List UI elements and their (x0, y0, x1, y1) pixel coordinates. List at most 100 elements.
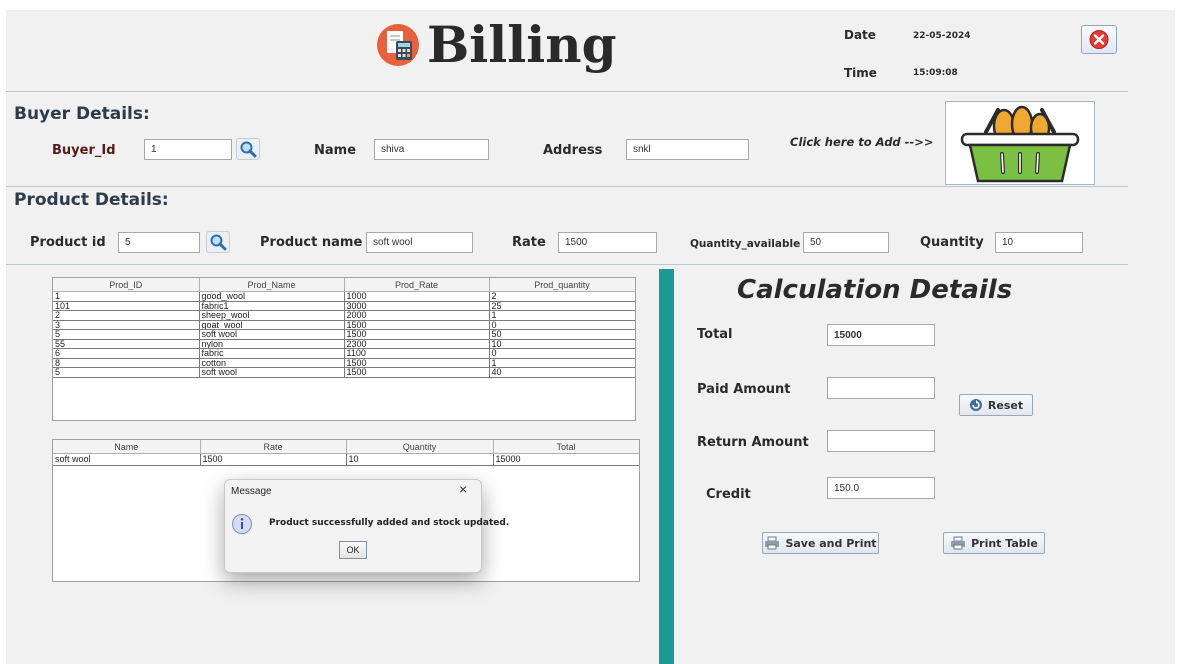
table-cell: soft wool (53, 453, 201, 466)
qty-available-label: Quantity_available (690, 238, 801, 250)
table-cell: good_wool (199, 291, 345, 302)
table-row[interactable]: 5 soft wool 1500 50 (53, 329, 635, 340)
table-cell: 2300 (344, 339, 490, 349)
table-cell: 40 (489, 367, 635, 378)
table-cell: 8 (53, 358, 200, 368)
search-icon (240, 141, 257, 158)
dialog-message: Product successfully added and stock upd… (269, 518, 510, 528)
rate-label: Rate (512, 235, 546, 250)
print-table-button[interactable]: Print Table (943, 532, 1045, 554)
column-header[interactable]: Prod_Rate (344, 278, 490, 292)
search-icon (210, 234, 227, 251)
table-cell: soft wool (199, 329, 345, 340)
paid-amount-field[interactable] (827, 377, 935, 399)
table-cell: 1500 (344, 367, 490, 378)
reset-button-label: Reset (987, 398, 1024, 412)
close-icon (1089, 30, 1109, 49)
date-value: 22-05-2024 (913, 31, 971, 41)
table-cell: 5 (53, 367, 200, 378)
bill-table-header: Name Rate Quantity Total (53, 440, 639, 454)
table-row[interactable]: 8 cotton 1500 1 (53, 358, 635, 368)
buyer-divider (6, 186, 1128, 187)
column-header[interactable]: Rate (200, 440, 347, 454)
printer-icon (951, 536, 966, 550)
table-row[interactable]: 1 good_wool 1000 2 (53, 291, 635, 302)
buyer-id-field[interactable]: 1 (144, 139, 232, 160)
table-cell: 1100 (344, 348, 490, 359)
product-name-field[interactable]: soft wool (366, 232, 473, 253)
product-table[interactable]: Prod_ID Prod_Name Prod_Rate Prod_quantit… (52, 277, 636, 421)
table-cell: 5 (53, 329, 200, 340)
column-header[interactable]: Total (493, 440, 639, 454)
quantity-field[interactable]: 10 (995, 232, 1083, 253)
column-header[interactable]: Prod_quantity (489, 278, 635, 292)
table-cell: 25 (489, 301, 635, 311)
column-header[interactable]: Name (53, 440, 201, 454)
table-cell: 101 (53, 301, 200, 311)
table-row[interactable]: 101 fabric1 3000 25 (53, 301, 635, 311)
basket-add-button[interactable] (945, 101, 1095, 185)
table-cell: 1500 (344, 358, 490, 368)
column-header[interactable]: Quantity (346, 440, 494, 454)
return-amount-field[interactable] (827, 430, 935, 452)
dialog-title: Message (231, 486, 272, 497)
table-cell: fabric1 (199, 301, 345, 311)
print-table-label: Print Table (971, 536, 1038, 550)
table-cell: goat_wool (199, 320, 345, 330)
table-cell: 1 (489, 358, 635, 368)
close-button[interactable] (1081, 25, 1117, 54)
save-and-print-button[interactable]: Save and Print (762, 532, 879, 554)
table-cell: soft wool (199, 367, 345, 378)
table-row[interactable]: 55 nylon 2300 10 (53, 339, 635, 349)
table-cell: 2000 (344, 310, 490, 321)
buyer-search-button[interactable] (236, 138, 260, 160)
table-cell: 55 (53, 339, 200, 349)
table-cell: 3 (53, 320, 200, 330)
table-cell: 10 (489, 339, 635, 349)
buyer-id-label: Buyer_Id (52, 143, 116, 158)
product-id-field[interactable]: 5 (118, 232, 200, 253)
table-cell: 1 (53, 291, 200, 302)
dialog-close-button[interactable]: × (459, 481, 467, 497)
printer-icon (765, 536, 780, 550)
column-header[interactable]: Prod_ID (53, 278, 200, 292)
rate-field[interactable]: 1500 (558, 232, 657, 253)
time-value: 15:09:08 (913, 68, 958, 78)
table-row[interactable]: 5 soft wool 1500 40 (53, 367, 635, 378)
dialog-ok-button[interactable]: OK (339, 541, 367, 559)
table-cell: 2 (53, 310, 200, 321)
total-field[interactable]: 15000 (827, 324, 935, 346)
column-header[interactable]: Prod_Name (199, 278, 345, 292)
app-title: Billing (427, 15, 617, 74)
table-row[interactable]: soft wool 1500 10 15000 (53, 453, 639, 466)
table-cell: nylon (199, 339, 345, 349)
time-label: Time (844, 66, 877, 80)
reset-button[interactable]: Reset (959, 394, 1033, 416)
credit-field[interactable]: 150.0 (827, 477, 935, 499)
table-row[interactable]: 2 sheep_wool 2000 1 (53, 310, 635, 321)
date-label: Date (844, 28, 876, 42)
reset-icon (969, 399, 982, 411)
quantity-label: Quantity (920, 235, 984, 250)
table-cell: 0 (489, 320, 635, 330)
buyer-address-field[interactable]: snkl (626, 139, 749, 160)
table-row[interactable]: 6 fabric 1100 0 (53, 348, 635, 359)
save-and-print-label: Save and Print (785, 536, 877, 550)
message-dialog: Message × Product successfully added and… (224, 479, 509, 573)
basket-icon (960, 105, 1080, 183)
table-cell: 6 (53, 348, 200, 359)
table-cell: cotton (199, 358, 345, 368)
table-row[interactable]: 3 goat_wool 1500 0 (53, 320, 635, 330)
buyer-name-field[interactable]: shiva (374, 139, 489, 160)
panel-divider (659, 269, 674, 664)
credit-label: Credit (706, 487, 751, 502)
qty-available-field[interactable]: 50 (803, 232, 889, 253)
table-cell: 1000 (344, 291, 490, 302)
product-search-button[interactable] (206, 231, 230, 253)
buyer-section-title: Buyer Details: (14, 104, 150, 124)
table-cell: 1500 (344, 320, 490, 330)
table-cell: fabric (199, 348, 345, 359)
table-cell: 1500 (344, 329, 490, 340)
buyer-address-label: Address (543, 143, 603, 158)
paid-amount-label: Paid Amount (697, 382, 791, 397)
